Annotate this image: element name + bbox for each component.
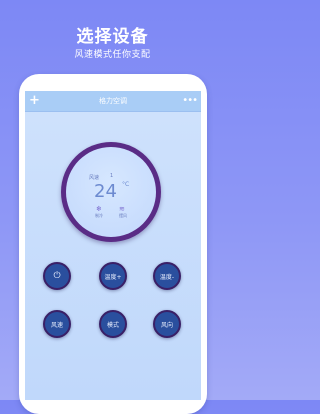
temp-down-label: 温度- <box>159 273 175 281</box>
snowflake-icon: ❄ <box>96 205 102 213</box>
dial-display: 风速 1 24 °C ❄ 制冷 ≋ 摆风 <box>66 147 156 237</box>
temp-up-button[interactable]: 温度+ <box>99 262 127 290</box>
swing-label: 摆风 <box>119 213 127 218</box>
temp-down-button[interactable]: 温度- <box>153 262 181 290</box>
app-bar: + 格力空调 ••• <box>25 91 201 112</box>
app-title: 格力空调 <box>99 97 127 105</box>
temperature-dial: 风速 1 24 °C ❄ 制冷 ≋ 摆风 <box>61 142 161 242</box>
more-icon[interactable]: ••• <box>182 91 198 111</box>
power-icon: ⏻ <box>53 271 61 281</box>
promo-subtitle: 风速模式任你支配 <box>74 50 151 60</box>
mode-button[interactable]: 模式 <box>99 310 127 338</box>
swing-button[interactable]: 风向 <box>153 310 181 338</box>
promo-title: 选择设备 <box>76 27 149 47</box>
temp-up-label: 温度+ <box>104 273 122 281</box>
temperature-unit: °C <box>122 181 130 188</box>
wind-speed-value: 1 <box>110 173 114 179</box>
power-button[interactable]: ⏻ <box>43 262 71 290</box>
temperature-value: 24 <box>94 181 117 202</box>
mode-label: 制冷 <box>95 213 103 218</box>
swing-icon: ≋ <box>119 205 125 213</box>
app-screen: + 格力空调 ••• 风速 1 24 °C ❄ 制冷 ≋ 摆风 ⏻ 温度+ 温度… <box>25 91 201 400</box>
swing-button-label: 风向 <box>160 321 173 329</box>
wind-speed-button[interactable]: 风速 <box>43 310 71 338</box>
wind-speed-label: 风速 <box>89 175 100 181</box>
mode-button-label: 模式 <box>106 321 119 329</box>
wind-speed-button-label: 风速 <box>50 321 63 329</box>
